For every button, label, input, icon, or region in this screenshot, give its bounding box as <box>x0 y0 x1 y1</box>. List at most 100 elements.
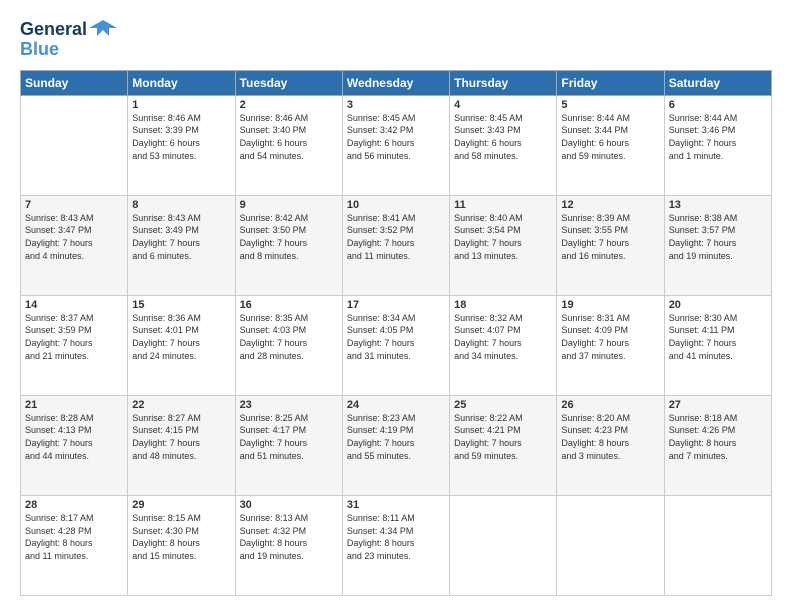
day-number: 1 <box>132 99 230 111</box>
calendar-cell <box>557 495 664 595</box>
day-info: Sunrise: 8:34 AMSunset: 4:05 PMDaylight:… <box>347 312 445 362</box>
day-number: 25 <box>454 399 552 411</box>
day-info: Sunrise: 8:27 AMSunset: 4:15 PMDaylight:… <box>132 412 230 462</box>
calendar-cell: 3Sunrise: 8:45 AMSunset: 3:42 PMDaylight… <box>342 95 449 195</box>
day-info: Sunrise: 8:31 AMSunset: 4:09 PMDaylight:… <box>561 312 659 362</box>
day-number: 4 <box>454 99 552 111</box>
logo-text: General <box>20 20 87 40</box>
calendar-cell: 12Sunrise: 8:39 AMSunset: 3:55 PMDayligh… <box>557 195 664 295</box>
day-info: Sunrise: 8:35 AMSunset: 4:03 PMDaylight:… <box>240 312 338 362</box>
calendar-cell: 13Sunrise: 8:38 AMSunset: 3:57 PMDayligh… <box>664 195 771 295</box>
day-header-tuesday: Tuesday <box>235 70 342 95</box>
calendar-cell: 22Sunrise: 8:27 AMSunset: 4:15 PMDayligh… <box>128 395 235 495</box>
day-info: Sunrise: 8:11 AMSunset: 4:34 PMDaylight:… <box>347 512 445 562</box>
day-number: 8 <box>132 199 230 211</box>
calendar-cell: 28Sunrise: 8:17 AMSunset: 4:28 PMDayligh… <box>21 495 128 595</box>
day-number: 9 <box>240 199 338 211</box>
day-number: 17 <box>347 299 445 311</box>
calendar-cell: 10Sunrise: 8:41 AMSunset: 3:52 PMDayligh… <box>342 195 449 295</box>
calendar-week-row: 28Sunrise: 8:17 AMSunset: 4:28 PMDayligh… <box>21 495 772 595</box>
calendar-header-row: SundayMondayTuesdayWednesdayThursdayFrid… <box>21 70 772 95</box>
day-info: Sunrise: 8:15 AMSunset: 4:30 PMDaylight:… <box>132 512 230 562</box>
day-info: Sunrise: 8:37 AMSunset: 3:59 PMDaylight:… <box>25 312 123 362</box>
day-info: Sunrise: 8:45 AMSunset: 3:42 PMDaylight:… <box>347 112 445 162</box>
calendar-week-row: 14Sunrise: 8:37 AMSunset: 3:59 PMDayligh… <box>21 295 772 395</box>
calendar-cell: 11Sunrise: 8:40 AMSunset: 3:54 PMDayligh… <box>450 195 557 295</box>
day-number: 5 <box>561 99 659 111</box>
day-info: Sunrise: 8:44 AMSunset: 3:44 PMDaylight:… <box>561 112 659 162</box>
header: General Blue <box>20 16 772 60</box>
day-number: 2 <box>240 99 338 111</box>
day-header-friday: Friday <box>557 70 664 95</box>
day-number: 14 <box>25 299 123 311</box>
day-info: Sunrise: 8:43 AMSunset: 3:47 PMDaylight:… <box>25 212 123 262</box>
calendar-cell: 27Sunrise: 8:18 AMSunset: 4:26 PMDayligh… <box>664 395 771 495</box>
day-header-thursday: Thursday <box>450 70 557 95</box>
calendar-cell <box>21 95 128 195</box>
calendar-cell: 17Sunrise: 8:34 AMSunset: 4:05 PMDayligh… <box>342 295 449 395</box>
calendar-cell: 16Sunrise: 8:35 AMSunset: 4:03 PMDayligh… <box>235 295 342 395</box>
day-header-sunday: Sunday <box>21 70 128 95</box>
day-info: Sunrise: 8:13 AMSunset: 4:32 PMDaylight:… <box>240 512 338 562</box>
day-number: 29 <box>132 499 230 511</box>
day-info: Sunrise: 8:36 AMSunset: 4:01 PMDaylight:… <box>132 312 230 362</box>
calendar-cell: 18Sunrise: 8:32 AMSunset: 4:07 PMDayligh… <box>450 295 557 395</box>
calendar-cell: 7Sunrise: 8:43 AMSunset: 3:47 PMDaylight… <box>21 195 128 295</box>
day-info: Sunrise: 8:41 AMSunset: 3:52 PMDaylight:… <box>347 212 445 262</box>
day-info: Sunrise: 8:28 AMSunset: 4:13 PMDaylight:… <box>25 412 123 462</box>
day-number: 3 <box>347 99 445 111</box>
day-header-wednesday: Wednesday <box>342 70 449 95</box>
calendar-cell: 2Sunrise: 8:46 AMSunset: 3:40 PMDaylight… <box>235 95 342 195</box>
calendar-cell: 4Sunrise: 8:45 AMSunset: 3:43 PMDaylight… <box>450 95 557 195</box>
day-number: 16 <box>240 299 338 311</box>
calendar-week-row: 21Sunrise: 8:28 AMSunset: 4:13 PMDayligh… <box>21 395 772 495</box>
calendar-cell: 1Sunrise: 8:46 AMSunset: 3:39 PMDaylight… <box>128 95 235 195</box>
calendar-cell: 29Sunrise: 8:15 AMSunset: 4:30 PMDayligh… <box>128 495 235 595</box>
day-number: 30 <box>240 499 338 511</box>
calendar-cell: 21Sunrise: 8:28 AMSunset: 4:13 PMDayligh… <box>21 395 128 495</box>
day-header-saturday: Saturday <box>664 70 771 95</box>
calendar-cell: 26Sunrise: 8:20 AMSunset: 4:23 PMDayligh… <box>557 395 664 495</box>
page: General Blue SundayMondayTuesdayWednesda… <box>0 0 792 612</box>
calendar-table: SundayMondayTuesdayWednesdayThursdayFrid… <box>20 70 772 596</box>
day-number: 18 <box>454 299 552 311</box>
day-info: Sunrise: 8:46 AMSunset: 3:40 PMDaylight:… <box>240 112 338 162</box>
day-number: 24 <box>347 399 445 411</box>
day-info: Sunrise: 8:32 AMSunset: 4:07 PMDaylight:… <box>454 312 552 362</box>
logo-bird-icon <box>89 16 117 44</box>
day-info: Sunrise: 8:44 AMSunset: 3:46 PMDaylight:… <box>669 112 767 162</box>
day-number: 10 <box>347 199 445 211</box>
calendar-cell: 20Sunrise: 8:30 AMSunset: 4:11 PMDayligh… <box>664 295 771 395</box>
day-info: Sunrise: 8:45 AMSunset: 3:43 PMDaylight:… <box>454 112 552 162</box>
day-info: Sunrise: 8:46 AMSunset: 3:39 PMDaylight:… <box>132 112 230 162</box>
day-info: Sunrise: 8:43 AMSunset: 3:49 PMDaylight:… <box>132 212 230 262</box>
calendar-cell: 23Sunrise: 8:25 AMSunset: 4:17 PMDayligh… <box>235 395 342 495</box>
day-info: Sunrise: 8:22 AMSunset: 4:21 PMDaylight:… <box>454 412 552 462</box>
day-number: 27 <box>669 399 767 411</box>
day-number: 31 <box>347 499 445 511</box>
day-info: Sunrise: 8:42 AMSunset: 3:50 PMDaylight:… <box>240 212 338 262</box>
calendar-cell: 8Sunrise: 8:43 AMSunset: 3:49 PMDaylight… <box>128 195 235 295</box>
day-info: Sunrise: 8:39 AMSunset: 3:55 PMDaylight:… <box>561 212 659 262</box>
day-info: Sunrise: 8:40 AMSunset: 3:54 PMDaylight:… <box>454 212 552 262</box>
logo-text-blue: Blue <box>20 40 59 60</box>
day-info: Sunrise: 8:18 AMSunset: 4:26 PMDaylight:… <box>669 412 767 462</box>
day-info: Sunrise: 8:30 AMSunset: 4:11 PMDaylight:… <box>669 312 767 362</box>
day-number: 20 <box>669 299 767 311</box>
calendar-cell: 6Sunrise: 8:44 AMSunset: 3:46 PMDaylight… <box>664 95 771 195</box>
calendar-cell: 31Sunrise: 8:11 AMSunset: 4:34 PMDayligh… <box>342 495 449 595</box>
day-header-monday: Monday <box>128 70 235 95</box>
day-info: Sunrise: 8:17 AMSunset: 4:28 PMDaylight:… <box>25 512 123 562</box>
day-number: 11 <box>454 199 552 211</box>
calendar-cell <box>664 495 771 595</box>
day-number: 23 <box>240 399 338 411</box>
day-number: 6 <box>669 99 767 111</box>
day-number: 19 <box>561 299 659 311</box>
calendar-cell: 25Sunrise: 8:22 AMSunset: 4:21 PMDayligh… <box>450 395 557 495</box>
logo: General Blue <box>20 16 117 60</box>
calendar-cell: 19Sunrise: 8:31 AMSunset: 4:09 PMDayligh… <box>557 295 664 395</box>
calendar-cell: 9Sunrise: 8:42 AMSunset: 3:50 PMDaylight… <box>235 195 342 295</box>
day-number: 21 <box>25 399 123 411</box>
day-number: 13 <box>669 199 767 211</box>
calendar-week-row: 1Sunrise: 8:46 AMSunset: 3:39 PMDaylight… <box>21 95 772 195</box>
